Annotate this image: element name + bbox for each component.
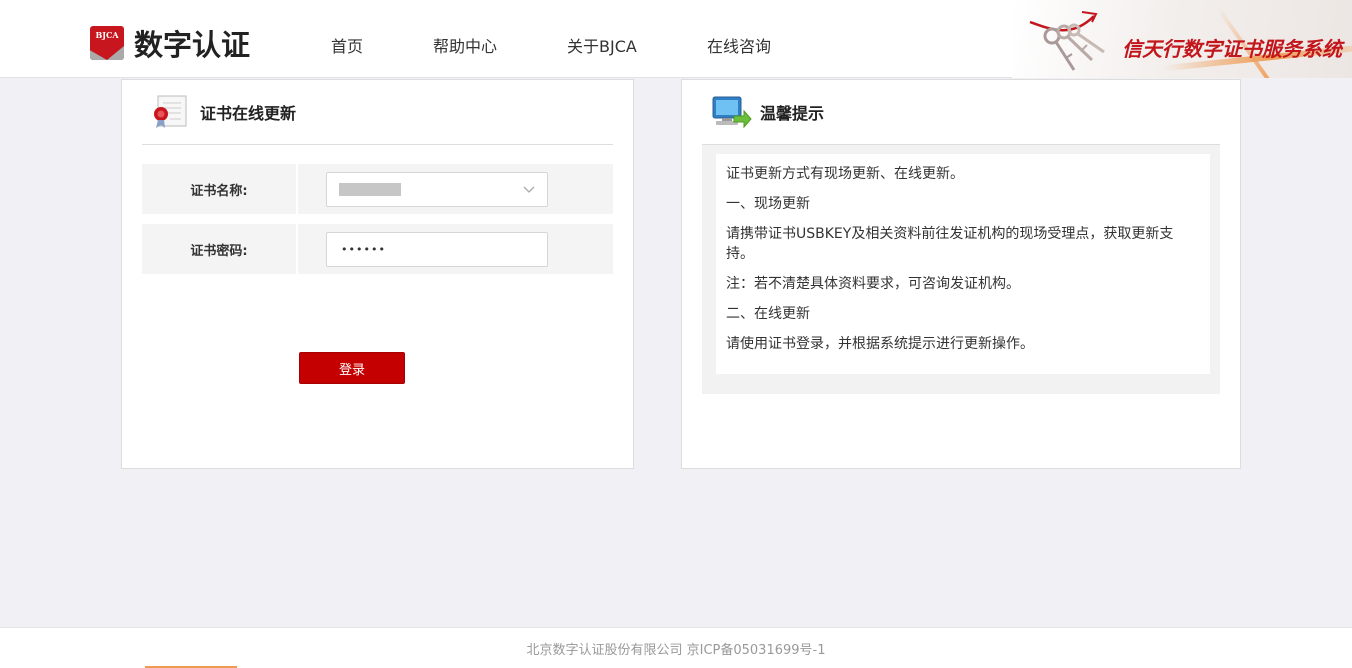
tips-content-wrap: 证书更新方式有现场更新、在线更新。 一、现场更新 请携带证书USBKEY及相关资… (702, 145, 1220, 394)
cert-name-select[interactable] (326, 172, 548, 207)
tip-line: 请携带证书USBKEY及相关资料前往发证机构的现场受理点，获取更新支持。 (726, 226, 1174, 262)
cert-password-input[interactable]: •••••• (326, 232, 548, 267)
bjca-logo-icon: BJCA (90, 26, 124, 60)
tip-line: 注：若不清楚具体资料要求，可咨询发证机构。 (726, 276, 1020, 292)
tips-panel-header: 温馨提示 (702, 80, 1220, 145)
cert-name-label: 证书名称: (142, 164, 298, 214)
cert-password-value: •••••• (341, 243, 386, 256)
tip-line: 一、现场更新 (726, 196, 810, 212)
login-button[interactable]: 登录 (299, 352, 405, 384)
nav-about[interactable]: 关于BJCA (567, 33, 637, 57)
tip-line: 二、在线更新 (726, 306, 810, 322)
cert-update-panel-header: 证书在线更新 (142, 80, 613, 145)
footer-copyright: 北京数字认证股份有限公司 京ICP备05031699号-1 (526, 642, 826, 658)
keys-icon (1029, 11, 1105, 71)
cert-update-panel: 证书在线更新 证书名称: 证书密码: •••••• 登录 (121, 79, 634, 469)
tips-content: 证书更新方式有现场更新、在线更新。 一、现场更新 请携带证书USBKEY及相关资… (716, 154, 1210, 374)
cert-password-row: 证书密码: •••••• (142, 224, 613, 274)
brand-banner: 信天行数字证书服务系统 (1012, 0, 1352, 78)
page-footer: 北京数字认证股份有限公司 京ICP备05031699号-1 (0, 627, 1352, 668)
cert-password-label: 证书密码: (142, 224, 298, 274)
nav-help-center[interactable]: 帮助中心 (433, 33, 497, 57)
tip-line: 请使用证书登录，并根据系统提示进行更新操作。 (726, 336, 1034, 352)
logo-text: 数字认证 (134, 28, 251, 62)
site-logo[interactable]: BJCA 数字认证 (90, 25, 251, 62)
tip-line: 证书更新方式有现场更新、在线更新。 (726, 166, 964, 182)
cert-name-row: 证书名称: (142, 164, 613, 214)
monitor-arrow-icon (712, 96, 752, 129)
tips-panel: 温馨提示 证书更新方式有现场更新、在线更新。 一、现场更新 请携带证书USBKE… (681, 79, 1241, 469)
brand-slogan: 信天行数字证书服务系统 (1122, 37, 1342, 61)
tips-title: 温馨提示 (760, 104, 825, 123)
nav-online-consult[interactable]: 在线咨询 (707, 33, 771, 57)
chevron-down-icon[interactable] (523, 184, 535, 194)
nav-home[interactable]: 首页 (331, 33, 363, 57)
top-header: BJCA 数字认证 首页 帮助中心 关于BJCA 在线咨询 信天行数字证书服务系… (0, 0, 1352, 78)
cert-update-title: 证书在线更新 (200, 104, 297, 123)
logo-badge-text: BJCA (95, 30, 119, 40)
logo-check-shape (90, 46, 124, 60)
cert-name-selected-value (339, 183, 401, 196)
certificate-icon (154, 95, 187, 128)
